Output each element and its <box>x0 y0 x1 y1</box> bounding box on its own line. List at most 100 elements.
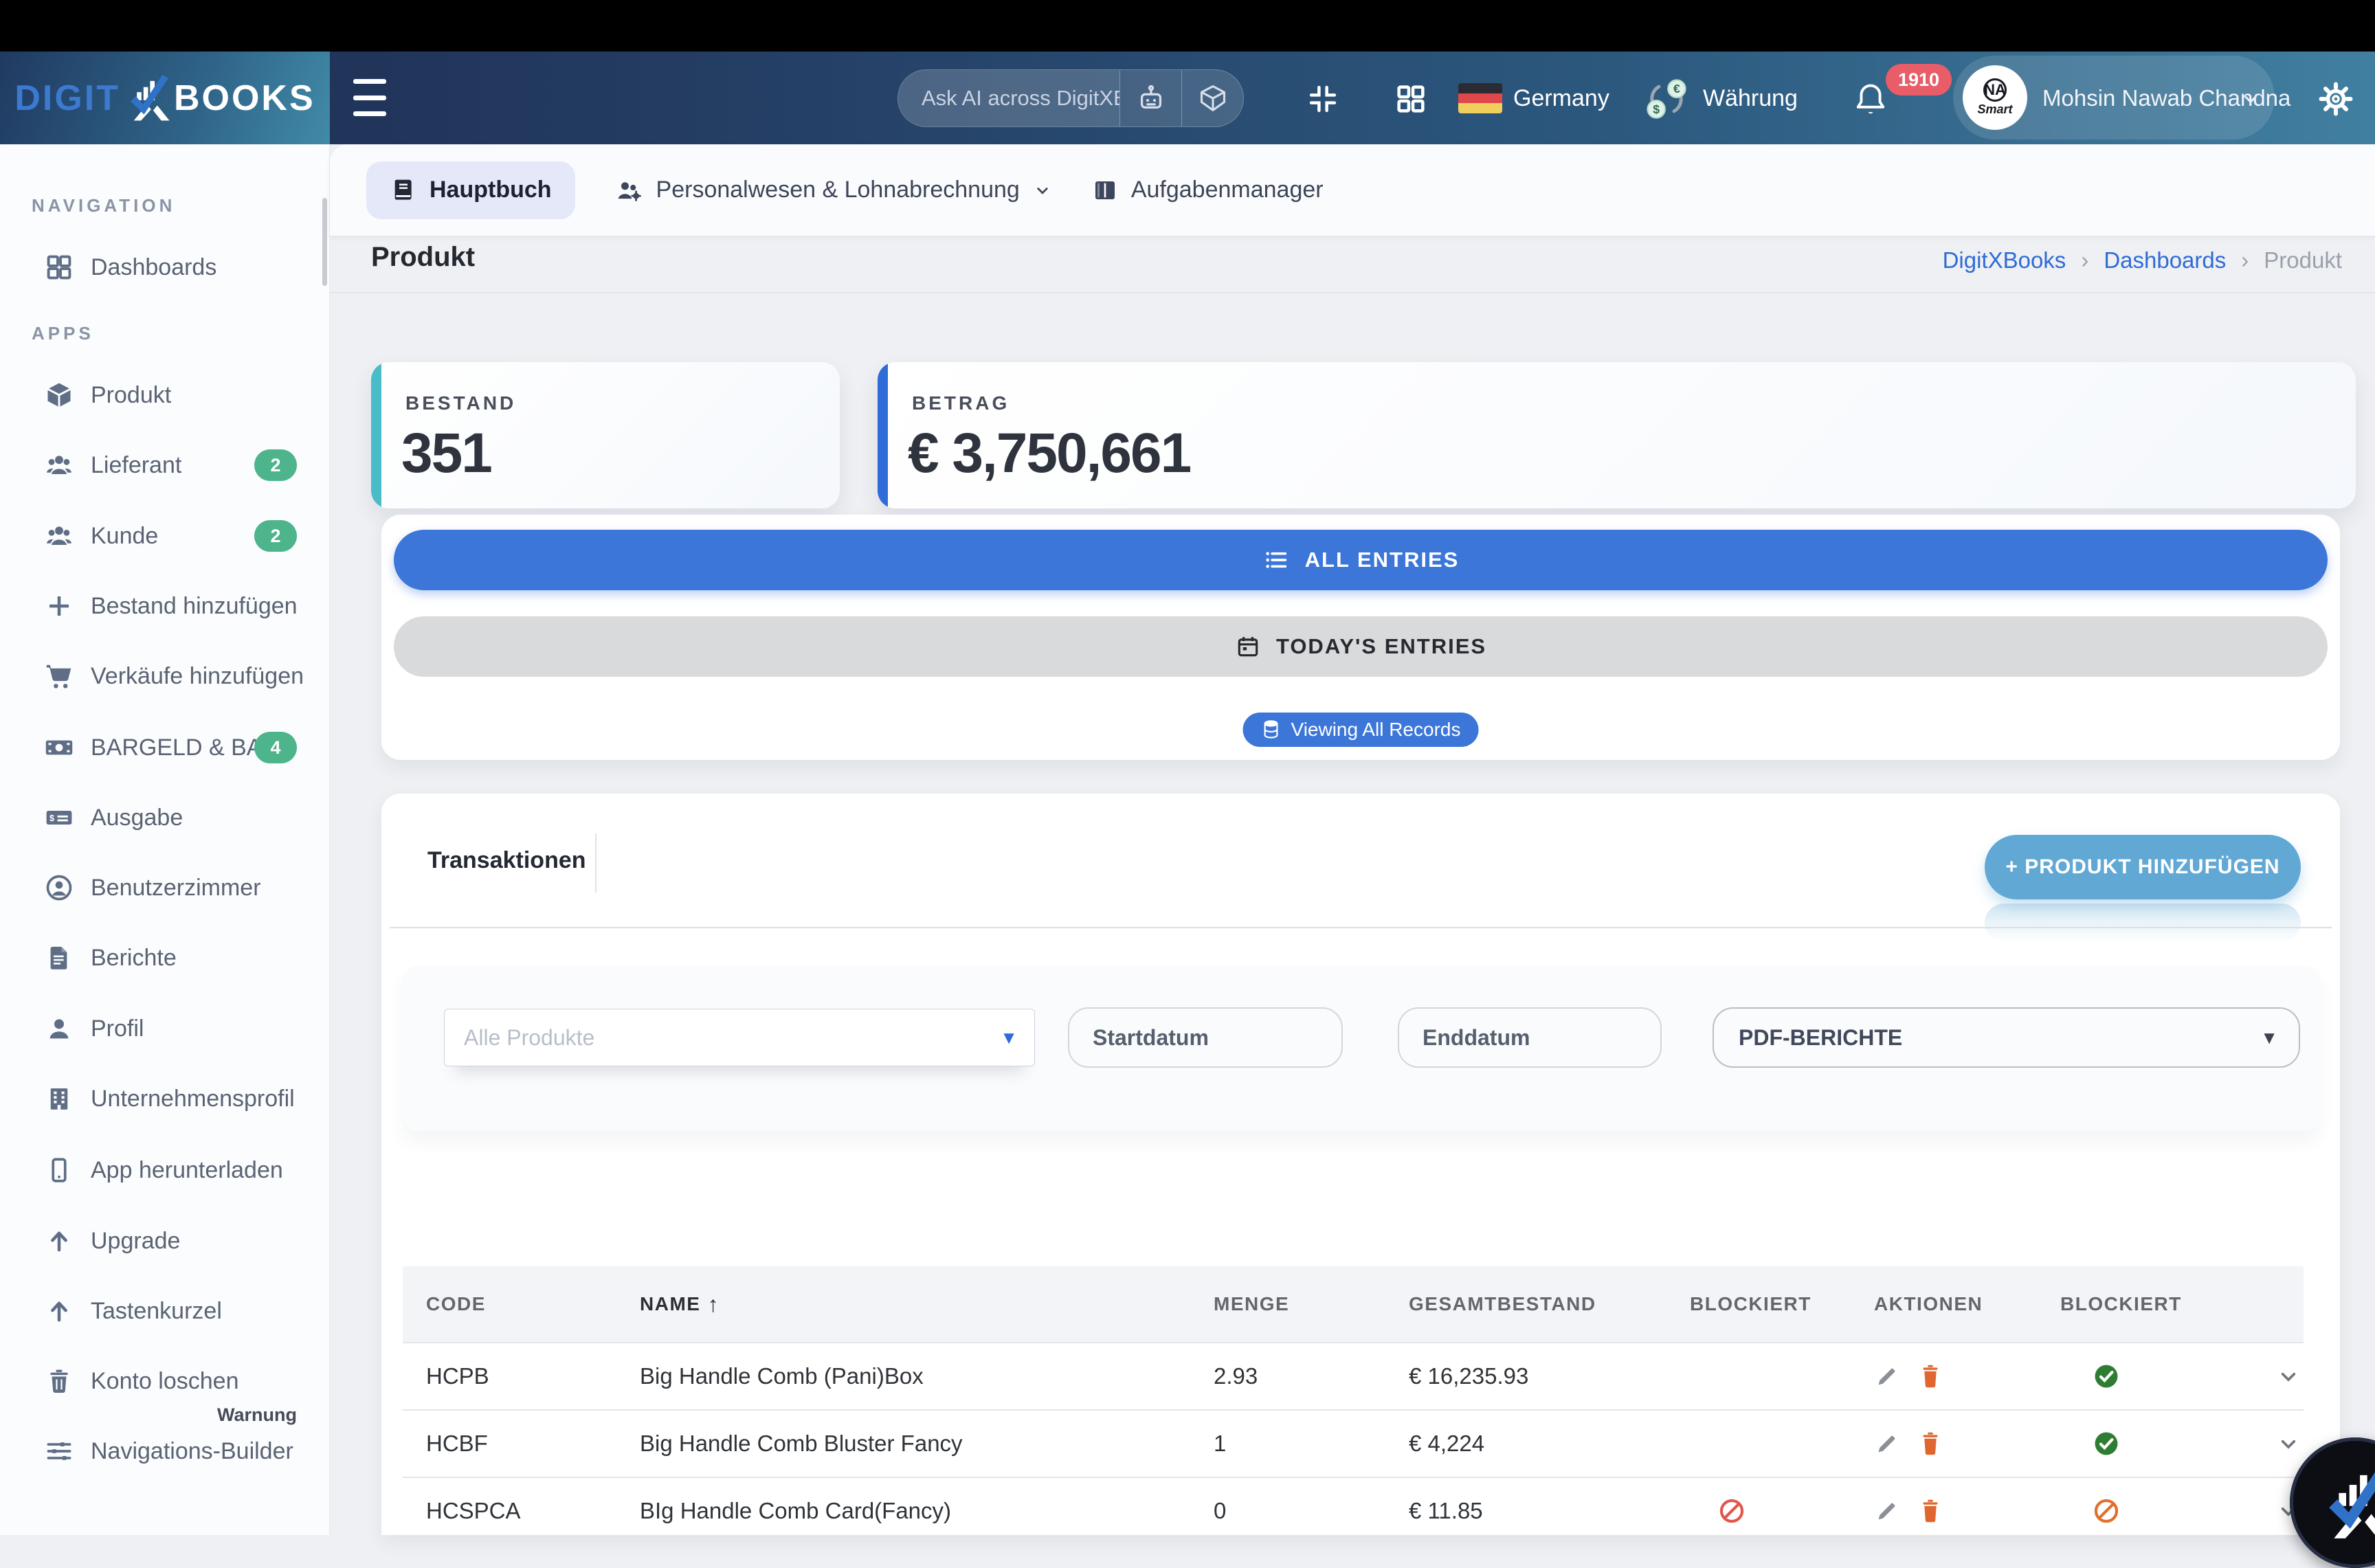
col-aktionen[interactable]: AKTIONEN <box>1874 1293 2060 1315</box>
add-product-button[interactable]: + PRODUKT HINZUFÜGEN <box>1985 835 2301 899</box>
sidebar-item-kunde[interactable]: Kunde 2 <box>0 503 330 569</box>
todays-entries-button[interactable]: TODAY'S ENTRIES <box>394 616 2328 677</box>
sidebar-item-label: Ausgabe <box>91 805 183 831</box>
breadcrumb-link-dashboards[interactable]: Dashboards <box>2104 247 2226 273</box>
pdf-reports-select[interactable]: PDF-BERICHTE ▼ <box>1713 1007 2300 1068</box>
start-date-field[interactable]: Startdatum <box>1068 1007 1343 1068</box>
sidebar-item-app-herunterladen[interactable]: App herunterladen <box>0 1137 330 1203</box>
country-label[interactable]: Germany <box>1513 85 1609 112</box>
settings-button[interactable] <box>2315 78 2357 120</box>
cell-gesamtbestand: € 11.85 <box>1409 1498 1690 1524</box>
edit-pencil-icon[interactable] <box>1874 1363 1900 1389</box>
col-gesamtbestand[interactable]: GESAMTBESTAND <box>1409 1293 1690 1315</box>
sidebar-item-label: Produkt <box>91 382 171 409</box>
viewing-all-records-badge[interactable]: Viewing All Records <box>1243 713 1479 747</box>
svg-text:$: $ <box>1653 102 1660 116</box>
end-date-field[interactable]: Enddatum <box>1398 1007 1662 1068</box>
edit-pencil-icon[interactable] <box>1874 1498 1900 1524</box>
logo-text-digit: DIGIT <box>14 78 120 119</box>
sidebar-item-label: Profil <box>91 1016 144 1042</box>
apps-grid-button[interactable] <box>1392 80 1429 117</box>
col-blockiert-status[interactable]: BLOCKIERT <box>2060 1293 2261 1315</box>
cell-menge: 1 <box>1214 1431 1409 1457</box>
expand-chevron-icon[interactable] <box>2275 1363 2302 1390</box>
products-table: CODE NAME ↑ MENGE GESAMTBESTAND BLOCKIER… <box>403 1266 2304 1544</box>
germany-flag-icon[interactable] <box>1458 83 1502 113</box>
app-logo[interactable]: DIGIT BOOKS <box>0 52 330 144</box>
count-badge: 4 <box>254 732 297 763</box>
avatar-brand-text: Smart <box>1977 102 2012 117</box>
arrow-up-icon <box>43 1224 76 1257</box>
edit-pencil-icon[interactable] <box>1874 1431 1900 1457</box>
breadcrumb: DigitXBooks › Dashboards › Produkt <box>1943 247 2342 273</box>
trash-icon <box>43 1365 76 1398</box>
ai-scope-button[interactable] <box>1181 70 1243 126</box>
users-icon <box>43 449 76 482</box>
robot-icon <box>1135 82 1167 114</box>
col-name-label: NAME <box>640 1293 700 1315</box>
arrow-up-icon <box>43 1295 76 1328</box>
sidebar-item-label: App herunterladen <box>91 1157 283 1184</box>
sidebar-item-profil[interactable]: Profil <box>0 996 330 1062</box>
status-blocked-icon[interactable] <box>2092 1497 2121 1525</box>
box-shield-icon <box>1198 83 1228 113</box>
col-code[interactable]: CODE <box>426 1293 640 1315</box>
sidebar-item-ausgabe[interactable]: $ Ausgabe <box>0 785 330 851</box>
all-entries-button[interactable]: ALL ENTRIES <box>394 530 2328 590</box>
cell-menge: 2.93 <box>1214 1363 1409 1389</box>
sidebar-item-lieferant[interactable]: Lieferant 2 <box>0 432 330 498</box>
user-circle-icon <box>43 871 76 904</box>
col-blockiert[interactable]: BLOCKIERT <box>1690 1293 1874 1315</box>
caret-down-icon: ▼ <box>1000 1027 1018 1049</box>
sidebar-section-apps: APPS <box>32 323 94 344</box>
user-avatar[interactable]: NA Smart <box>1963 65 2027 130</box>
tab-aufgabenmanager[interactable]: Aufgabenmanager <box>1091 177 1324 204</box>
sidebar-item-upgrade[interactable]: Upgrade <box>0 1208 330 1274</box>
tab-hauptbuch[interactable]: Hauptbuch <box>366 161 575 219</box>
sidebar-item-label: Konto loschen <box>91 1368 239 1395</box>
sidebar-item-bargeld-bank[interactable]: BARGELD & BANK 4 <box>0 715 330 781</box>
delete-trash-icon[interactable] <box>1918 1430 1943 1457</box>
entries-filter-card: ALL ENTRIES TODAY'S ENTRIES Viewing All … <box>381 515 2340 760</box>
delete-trash-icon[interactable] <box>1918 1497 1943 1525</box>
sidebar-item-label: Berichte <box>91 945 177 972</box>
calendar-icon <box>1235 634 1261 660</box>
delete-trash-icon[interactable] <box>1918 1363 1943 1390</box>
collapse-screen-button[interactable] <box>1304 80 1341 117</box>
sidebar-item-unternehmensprofil[interactable]: Unternehmensprofil <box>0 1066 330 1132</box>
logo-x-mark-icon <box>122 73 172 124</box>
sidebar-item-berichte[interactable]: Berichte <box>0 925 330 991</box>
breadcrumb-link-home[interactable]: DigitXBooks <box>1943 247 2066 273</box>
all-entries-label: ALL ENTRIES <box>1305 548 1460 572</box>
button-reflection <box>1985 904 2301 942</box>
ai-search-input[interactable] <box>898 70 1119 126</box>
sidebar-item-produkt[interactable]: Produkt <box>0 362 330 428</box>
expense-check-icon: $ <box>43 801 76 834</box>
sidebar-item-benutzerzimmer[interactable]: Benutzerzimmer <box>0 855 330 921</box>
ai-bot-button[interactable] <box>1119 70 1181 126</box>
breadcrumb-separator: › <box>2081 247 2088 273</box>
stat-card-bestand: BESTAND 351 <box>371 362 840 508</box>
currency-label[interactable]: Währung <box>1703 85 1798 112</box>
sidebar-section-navigation: NAVIGATION <box>32 195 175 216</box>
tab-transaktionen[interactable]: Transaktionen <box>427 847 586 874</box>
expand-chevron-icon[interactable] <box>2275 1430 2302 1457</box>
status-ok-icon[interactable] <box>2092 1429 2121 1458</box>
sidebar-item-verkaeufe-hinzufuegen[interactable]: Verkäufe hinzufügen <box>0 643 330 709</box>
menu-toggle-button[interactable] <box>353 79 386 116</box>
currency-exchange-icon[interactable]: $ € <box>1644 76 1689 122</box>
sidebar-item-tastenkurzel[interactable]: Tastenkurzel <box>0 1278 330 1344</box>
sidebar-item-navigations-builder[interactable]: Navigations-Builder <box>0 1418 330 1484</box>
notifications-button[interactable] <box>1851 79 1890 120</box>
product-filter-select[interactable]: Alle Produkte ▼ <box>444 1009 1035 1066</box>
table-header-row: CODE NAME ↑ MENGE GESAMTBESTAND BLOCKIER… <box>403 1266 2304 1342</box>
tab-personalwesen-lohnabrechnung[interactable]: Personalwesen & Lohnabrechnung <box>614 175 1053 205</box>
status-ok-icon[interactable] <box>2092 1362 2121 1391</box>
sidebar-item-bestand-hinzufuegen[interactable]: Bestand hinzufügen <box>0 573 330 639</box>
col-name[interactable]: NAME ↑ <box>640 1292 1214 1317</box>
cart-icon <box>43 660 76 693</box>
sidebar-item-dashboards[interactable]: Dashboards <box>0 234 330 300</box>
col-menge[interactable]: MENGE <box>1214 1293 1409 1315</box>
plus-icon <box>43 590 76 623</box>
chevron-down-icon[interactable] <box>2239 87 2262 111</box>
